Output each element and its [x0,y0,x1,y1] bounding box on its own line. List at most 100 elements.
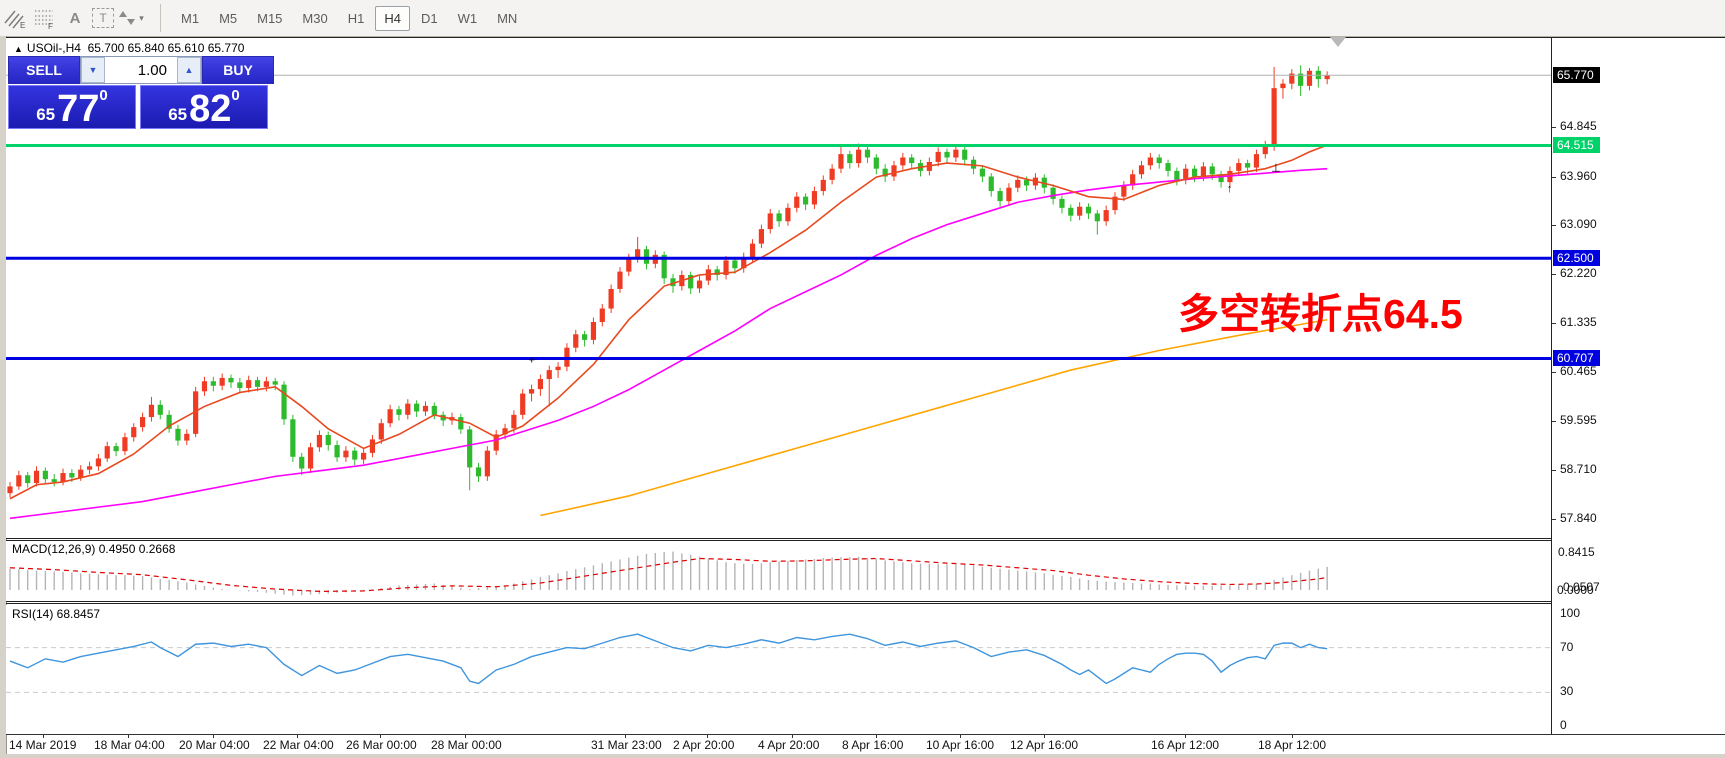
sell-price-sup: 0 [99,87,107,104]
chart-shift-marker-icon[interactable] [1330,37,1346,47]
bear-candle [1059,199,1064,208]
time-axis-border [6,734,1725,735]
bear-candle [334,445,339,457]
time-axis-label: 28 Mar 00:00 [431,738,502,752]
bear-candle [1024,180,1029,186]
rsi-axis-label: 100 [1560,606,1580,620]
bear-candle [281,385,286,420]
bear-candle [1192,169,1197,177]
fibonacci-icon[interactable]: F [32,5,58,31]
time-tick-mark [960,734,961,738]
volume-increase-button[interactable]: ▲ [177,57,201,83]
bull-candle [1015,180,1020,188]
bull-candle [830,169,835,180]
time-tick-mark [1292,734,1293,738]
macd-subwindow[interactable] [6,541,1551,601]
volume-input[interactable] [105,57,177,83]
bear-candle [1157,157,1162,163]
time-axis-label: 20 Mar 04:00 [179,738,250,752]
tf-h4-selected[interactable]: H4 [375,6,410,31]
price-level-badge: 64.515 [1553,137,1600,153]
bull-candle [626,258,631,271]
time-tick-mark [792,734,793,738]
bull-candle [485,451,490,477]
bull-candle [184,434,189,441]
tf-m30[interactable]: M30 [293,6,336,31]
bull-candle [220,378,225,386]
price-tick-label: 62.220 [1560,266,1597,280]
bear-candle [732,260,737,268]
svg-text:E: E [20,21,25,29]
fast-ma-line [10,145,1327,499]
price-level-badge: 65.770 [1553,67,1600,83]
volume-decrease-button[interactable]: ▼ [81,57,105,83]
time-tick-mark [43,734,44,738]
sell-price-panel[interactable]: 65 77 0 [8,85,136,129]
tf-w1[interactable]: W1 [449,6,487,31]
collapse-arrow-icon[interactable]: ▲ [14,44,23,54]
bear-candle [865,150,870,158]
bear-candle [43,471,48,479]
bear-candle [228,378,233,382]
separator-line[interactable] [6,603,1725,604]
tf-h1[interactable]: H1 [339,6,374,31]
bear-candle [211,381,216,385]
bull-candle [317,435,322,447]
equidistant-channel-icon[interactable]: E [2,5,28,31]
bear-candle [989,177,994,192]
rsi-subwindow[interactable] [6,605,1551,734]
bull-candle [953,150,958,158]
bull-candle [547,370,552,379]
tf-m5[interactable]: M5 [210,6,246,31]
bear-candle [352,451,357,460]
ohlc-readout: 65.700 65.840 65.610 65.770 [88,41,245,55]
bear-candle [582,334,587,340]
bull-candle [131,427,136,437]
bull-candle [1104,210,1109,221]
buy-button[interactable]: BUY [202,56,274,84]
bull-candle [122,437,127,451]
bull-candle [1307,71,1312,86]
timeframe-group: M1 M5 M15 M30 H1 H4 D1 W1 MN [160,4,527,32]
price-axis[interactable]: 64.84563.96063.09062.22061.33560.46559.5… [1551,38,1725,734]
bull-candle [343,451,348,458]
dropdown-caret-icon[interactable]: ▾ [139,13,144,24]
bull-candle [423,406,428,412]
bear-candle [458,417,463,429]
price-level-badge: 60.707 [1553,350,1600,366]
bull-candle [936,152,941,162]
bear-candle [847,154,852,163]
tf-m1[interactable]: M1 [172,6,208,31]
bear-candle [158,405,163,415]
bull-candle [7,486,12,493]
tf-mn[interactable]: MN [488,6,526,31]
bear-candle [776,213,781,221]
time-axis-label: 16 Apr 12:00 [1151,738,1219,752]
buy-price-panel[interactable]: 65 82 0 [140,85,268,129]
time-tick-mark [297,734,298,738]
price-tick-label: 59.595 [1560,413,1597,427]
axis-tick-mark [1552,470,1556,471]
text-label-icon[interactable]: A [62,5,88,31]
bear-candle [326,435,331,445]
tf-m15[interactable]: M15 [248,6,291,31]
separator-line[interactable] [6,601,1725,602]
bull-candle [1139,165,1144,174]
arrows-icon[interactable]: ▾ [118,5,144,31]
bull-candle [105,446,110,458]
bear-candle [25,475,30,483]
bear-candle [874,157,879,168]
bear-candle [290,419,295,456]
bull-candle [16,475,21,486]
text-box-icon[interactable]: T [92,8,114,28]
bull-candle [529,389,534,393]
separator-line[interactable] [6,538,1725,539]
tf-d1[interactable]: D1 [412,6,447,31]
symbol-period: USOil-,H4 [27,41,81,55]
volume-box: ▼ ▲ [80,56,202,84]
sell-button[interactable]: SELL [8,56,80,84]
bear-candle [1165,163,1170,171]
bull-candle [1236,163,1241,171]
axis-tick-mark [1552,274,1556,275]
bear-candle [299,457,304,469]
